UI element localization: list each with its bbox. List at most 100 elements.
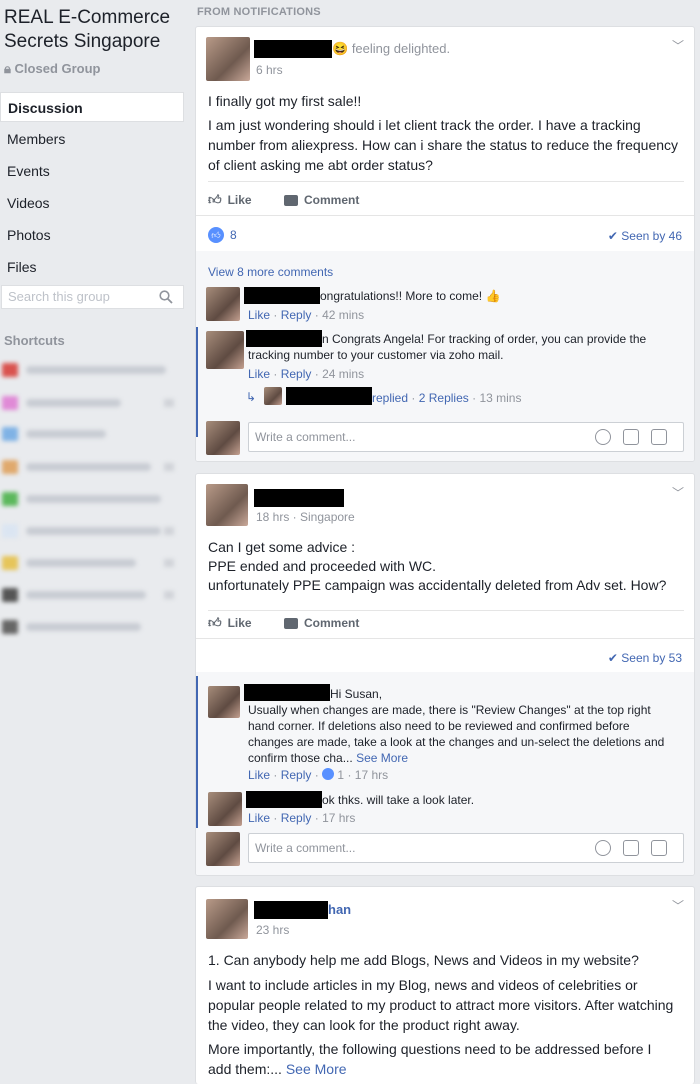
thumbs-up-icon: 👍︎ (208, 192, 222, 207)
comment-time[interactable]: 17 hrs (322, 811, 355, 825)
comment-text: n Congrats Angela! For tracking of order… (248, 332, 647, 362)
comment-meta: Like · Reply · 1 · 17 hrs (248, 768, 389, 782)
shortcut-item[interactable] (2, 395, 182, 411)
nav-members[interactable]: Members (0, 124, 184, 154)
post-text-line2: I am just wondering should i let client … (208, 117, 679, 173)
camera-icon[interactable] (623, 840, 639, 856)
commenter-avatar[interactable] (206, 331, 244, 369)
comment-reply-link[interactable]: Reply (281, 308, 312, 322)
seen-by[interactable]: ✔ Seen by 46 (608, 229, 682, 243)
comment-text: Hi Susan, Usually when changes are made,… (248, 687, 665, 765)
author-avatar[interactable] (206, 899, 248, 939)
post-time[interactable]: 23 hrs (256, 923, 289, 937)
group-sidebar: REAL E-Commerce Secrets Singapore 🔒︎ Clo… (0, 0, 190, 1084)
nav-videos[interactable]: Videos (0, 188, 184, 218)
post-card: han 23 hrs ﹀ 1. Can anybody help me add … (195, 886, 695, 1084)
group-search-input[interactable]: Search this group (1, 285, 184, 309)
chevron-down-icon[interactable]: ﹀ (672, 897, 684, 914)
redacted-author-name (254, 40, 332, 58)
current-user-avatar (206, 421, 240, 455)
chevron-down-icon[interactable]: ﹀ (672, 37, 684, 54)
comment-meta: Like · Reply · 24 mins (248, 367, 365, 381)
shortcut-item[interactable] (2, 523, 182, 539)
redacted-replier-name (286, 387, 372, 405)
comment-reply-link[interactable]: Reply (281, 367, 312, 381)
feeling-emoji-icon: 😆 (332, 41, 349, 56)
author-name-fragment[interactable]: han (328, 902, 351, 917)
sticker-icon[interactable] (651, 840, 667, 856)
search-icon[interactable] (159, 290, 173, 304)
shortcut-item[interactable] (2, 459, 182, 475)
emoji-icon[interactable] (595, 429, 611, 445)
post-text-line2: I want to include articles in my Blog, n… (208, 977, 674, 1033)
replies-summary[interactable]: replied · 2 Replies · 13 mins (372, 390, 521, 406)
shortcut-item[interactable] (2, 362, 182, 378)
see-more-link[interactable]: See More (286, 1061, 347, 1077)
lock-icon: 🔒︎ (4, 61, 11, 76)
sticker-icon[interactable] (651, 429, 667, 445)
redacted-commenter-name (246, 791, 322, 808)
like-button[interactable]: 👍︎ Like (208, 613, 252, 633)
commenter-avatar[interactable] (208, 686, 240, 718)
feeling-text: 😆 feeling delighted. (332, 41, 451, 56)
post-text-line1: Can I get some advice : (208, 539, 356, 555)
shortcut-item[interactable] (2, 619, 182, 635)
comment-like-link[interactable]: Like (248, 308, 270, 322)
checkmark-icon: ✔ (607, 651, 618, 665)
comment-time[interactable]: 42 mins (322, 308, 364, 322)
commenter-avatar[interactable] (206, 287, 240, 321)
post-time[interactable]: 18 hrs · Singapore (256, 510, 355, 524)
write-comment-input[interactable]: Write a comment... (248, 833, 684, 863)
group-name[interactable]: REAL E-Commerce Secrets Singapore (4, 6, 190, 54)
reaction-count[interactable]: 👍︎ 8 (208, 227, 237, 243)
replies-link[interactable]: 2 Replies (419, 391, 469, 405)
comment-reply-link[interactable]: Reply (281, 768, 312, 782)
comment-button[interactable]: Comment (284, 613, 359, 633)
comment-text: ongratulations!! More to come! 👍 (320, 289, 501, 303)
thumbs-up-emoji-icon: 👍 (485, 289, 501, 303)
like-button[interactable]: 👍︎ Like (208, 190, 252, 210)
comment-like-link[interactable]: Like (248, 367, 270, 381)
comment-time[interactable]: 24 mins (322, 367, 364, 381)
comment-text: ok thks. will take a look later. (322, 793, 475, 807)
post-time[interactable]: 6 hrs (256, 63, 283, 77)
nav-files[interactable]: Files (0, 252, 184, 282)
speech-bubble-icon (284, 617, 298, 629)
emoji-icon[interactable] (595, 840, 611, 856)
post-text-line3: unfortunately PPE campaign was accidenta… (208, 577, 667, 593)
shortcut-item[interactable] (2, 587, 182, 603)
comment-time[interactable]: 17 hrs (355, 768, 388, 782)
chevron-down-icon[interactable]: ﹀ (672, 484, 684, 501)
author-avatar[interactable] (206, 37, 250, 81)
shortcuts-heading: Shortcuts (4, 333, 65, 348)
section-label: FROM NOTIFICATIONS (197, 6, 321, 18)
redacted-author-name (254, 901, 328, 919)
shortcut-item[interactable] (2, 426, 182, 442)
view-more-comments-link[interactable]: View 8 more comments (208, 265, 333, 279)
redacted-commenter-name (244, 287, 320, 304)
comment-like-link[interactable]: Like (248, 768, 270, 782)
seen-by[interactable]: ✔ Seen by 53 (608, 651, 682, 665)
nav-photos[interactable]: Photos (0, 220, 184, 250)
see-more-link[interactable]: See More (356, 751, 408, 765)
shortcut-item[interactable] (2, 555, 182, 571)
nav-events[interactable]: Events (0, 156, 184, 186)
camera-icon[interactable] (623, 429, 639, 445)
shortcut-item[interactable] (2, 491, 182, 507)
replier-avatar[interactable] (264, 387, 282, 405)
post-text-line1: 1. Can anybody help me add Blogs, News a… (208, 952, 639, 968)
comment-button[interactable]: Comment (284, 190, 359, 210)
post-text-line3: More importantly, the following question… (208, 1041, 652, 1077)
redacted-author-name (254, 489, 344, 507)
nav-discussion[interactable]: Discussion (0, 92, 184, 122)
comment-meta: Like · Reply · 42 mins (248, 308, 365, 322)
author-avatar[interactable] (206, 484, 248, 526)
like-reaction-icon: 👍︎ (208, 227, 224, 243)
write-comment-input[interactable]: Write a comment... (248, 422, 684, 452)
comment-meta: Like · Reply · 17 hrs (248, 811, 356, 825)
comment-reply-link[interactable]: Reply (281, 811, 312, 825)
reply-arrow-icon: ↳ (246, 390, 257, 404)
comment-like-link[interactable]: Like (248, 811, 270, 825)
like-reaction-icon (322, 768, 335, 780)
commenter-avatar[interactable] (208, 792, 242, 826)
